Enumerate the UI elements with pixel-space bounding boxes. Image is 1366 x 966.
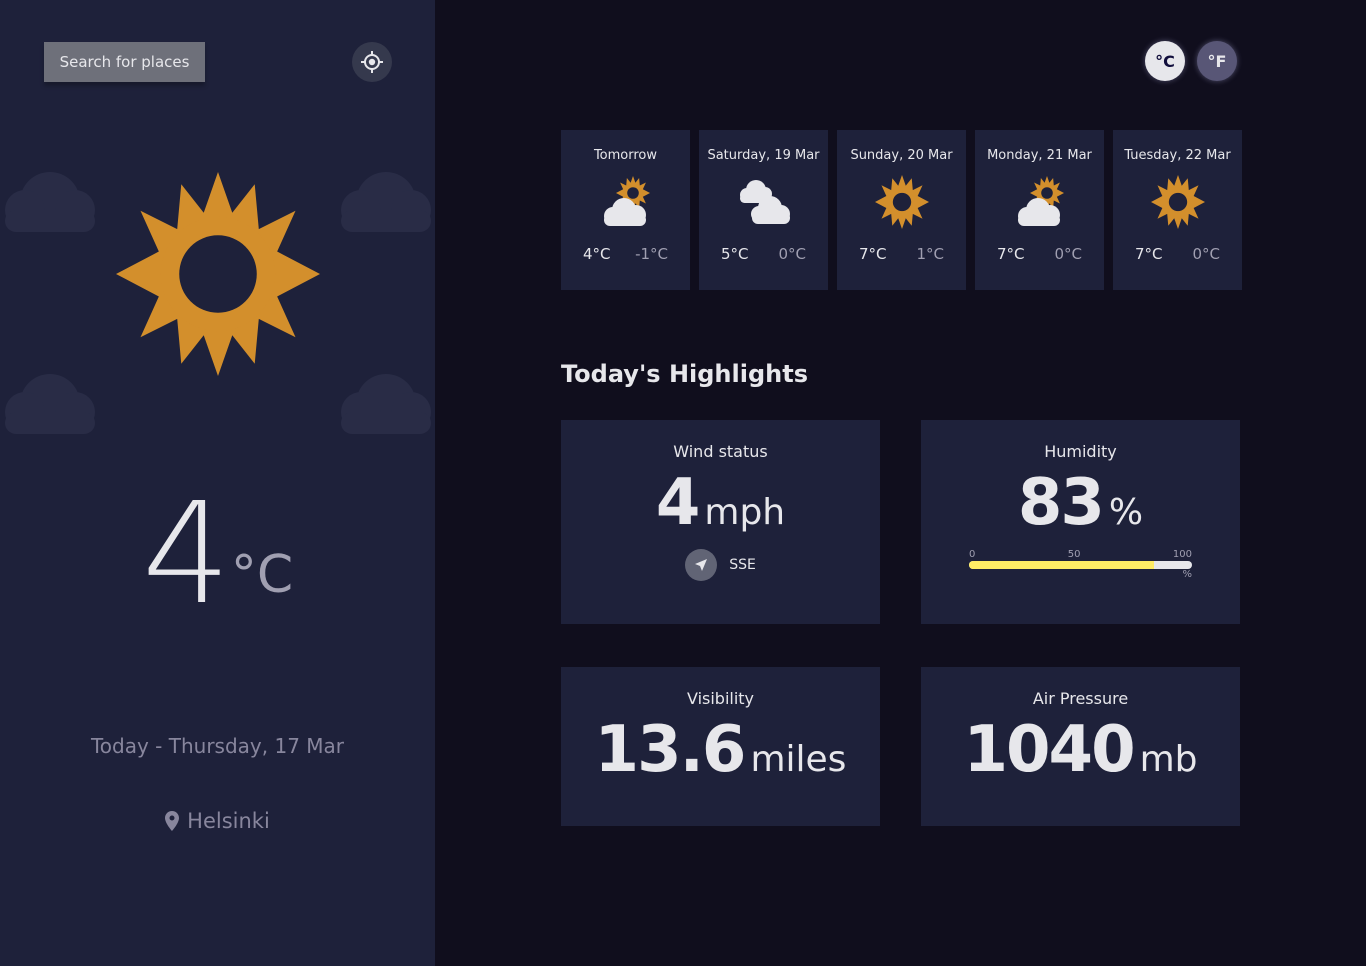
forecast-min: -1°C — [635, 245, 668, 263]
humidity-unit: % — [1108, 492, 1144, 533]
sun-icon — [1150, 175, 1205, 229]
forecast-card: Tuesday, 22 Mar 7°C 0°C — [1113, 130, 1242, 290]
wind-value: 4 — [655, 466, 701, 540]
humidity-fill — [969, 560, 1155, 569]
cloudy-icon — [739, 180, 790, 224]
pressure-label: Air Pressure — [1032, 689, 1129, 708]
wind-label: Wind status — [673, 442, 768, 461]
wind-card: Wind status 4 mph SSE — [561, 420, 880, 624]
partly-cloudy-icon — [603, 176, 650, 226]
visibility-value: 13.6 — [594, 713, 747, 787]
visibility-label: Visibility — [686, 689, 755, 708]
navigation-arrow-icon — [685, 548, 718, 581]
current-date: Today - Thursday, 17 Mar — [90, 734, 345, 758]
forecast-max: 5°C — [721, 245, 749, 263]
temperature-value: 4 — [141, 473, 231, 636]
temperature-unit: °C — [230, 545, 294, 605]
current-temperature: 4°C — [0, 485, 435, 625]
forecast-min: 0°C — [1054, 245, 1082, 263]
forecast-day: Tuesday, 22 Mar — [1124, 148, 1231, 163]
forecast-max: 7°C — [859, 245, 887, 263]
humidity-value: 83 — [1017, 466, 1105, 540]
humidity-label: Humidity — [1044, 442, 1117, 461]
humidity-tick-50: 50 — [1067, 548, 1081, 560]
humidity-percent-sign: % — [1182, 568, 1192, 580]
humidity-card: Humidity 83% 0 50 100 % — [921, 420, 1240, 624]
forecast-min: 1°C — [916, 245, 944, 263]
forecast-min: 0°C — [1192, 245, 1220, 263]
highlights-title: Today's Highlights — [561, 360, 808, 388]
location-pin-icon — [165, 811, 180, 831]
sidebar: Search for places 4°C Today - Thursday, … — [0, 0, 435, 966]
forecast-day: Sunday, 20 Mar — [850, 148, 953, 163]
pressure-card: Air Pressure 1040 mb — [921, 667, 1240, 826]
forecast-day: Saturday, 19 Mar — [707, 148, 820, 163]
humidity-bar: 0 50 100 % — [969, 549, 1192, 580]
pressure-value: 1040 — [963, 713, 1135, 787]
location-name: Helsinki — [187, 809, 270, 833]
forecast-day: Monday, 21 Mar — [987, 148, 1092, 163]
forecast-card: Monday, 21 Mar 7°C 0°C — [975, 130, 1104, 290]
sun-icon — [116, 172, 320, 376]
forecast-max: 7°C — [997, 245, 1025, 263]
forecast-card: Sunday, 20 Mar 7°C 1°C — [837, 130, 966, 290]
wind-direction: SSE — [561, 548, 880, 581]
humidity-tick-0: 0 — [969, 548, 976, 560]
wind-unit: mph — [704, 492, 786, 533]
sun-icon — [874, 175, 929, 229]
pressure-unit: mb — [1139, 739, 1198, 780]
forecast-max: 4°C — [583, 245, 611, 263]
forecast-day: Tomorrow — [593, 148, 658, 163]
forecast-card: Tomorrow 4°C -1°C — [561, 130, 690, 290]
current-location: Helsinki — [0, 809, 435, 833]
visibility-unit: miles — [750, 739, 847, 780]
forecast-list: Tomorrow 4°C -1°C Saturday, 19 Mar 5°C 0°C… — [561, 130, 1242, 290]
celsius-button[interactable]: °C — [1145, 41, 1185, 81]
humidity-tick-100: 100 — [1172, 548, 1192, 560]
forecast-min: 0°C — [778, 245, 806, 263]
forecast-max: 7°C — [1135, 245, 1163, 263]
fahrenheit-button[interactable]: °F — [1197, 41, 1237, 81]
forecast-card: Saturday, 19 Mar 5°C 0°C — [699, 130, 828, 290]
partly-cloudy-icon — [1017, 176, 1064, 226]
wind-direction-label: SSE — [729, 556, 756, 573]
visibility-card: Visibility 13.6 miles — [561, 667, 880, 826]
